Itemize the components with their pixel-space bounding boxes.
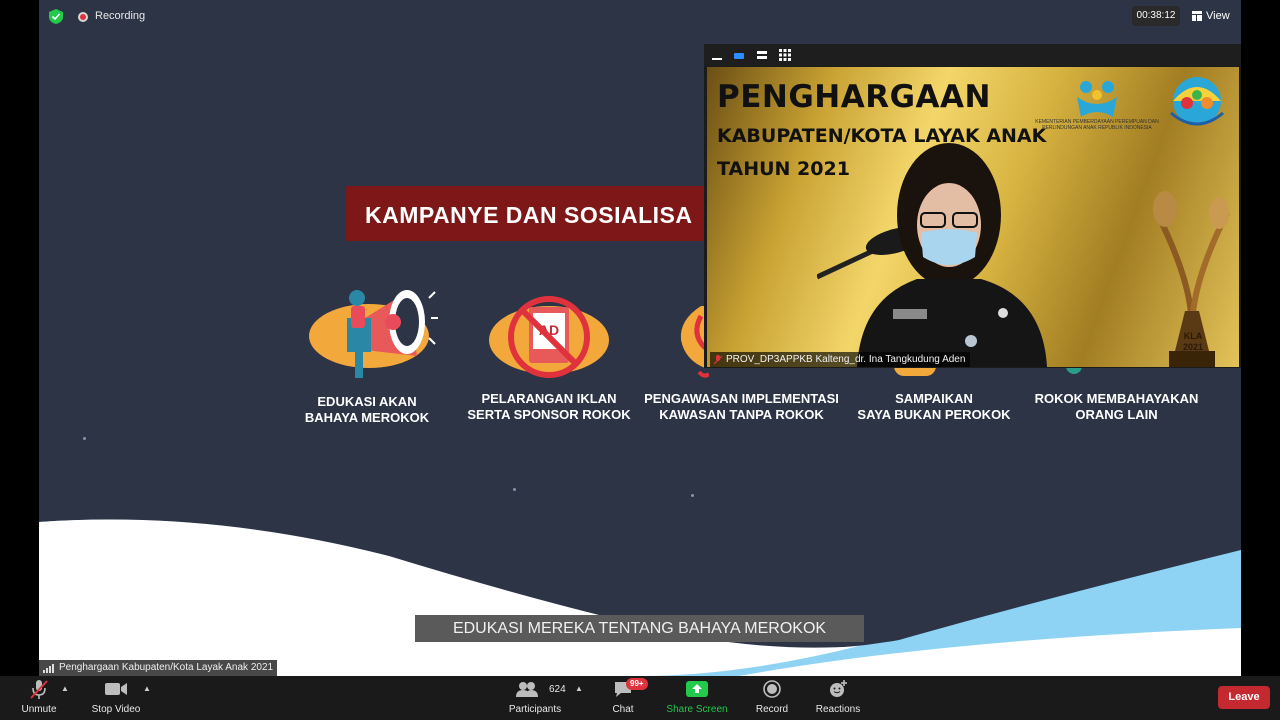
leave-button[interactable]: Leave (1218, 686, 1270, 709)
slide-caption: EDUKASI MEREKA TENTANG BAHAYA MEROKOK (415, 615, 864, 642)
minimize-icon[interactable] (711, 49, 723, 61)
strip-view-icon[interactable] (756, 49, 768, 61)
no-advertising-icon: AD (489, 296, 609, 378)
participants-icon (516, 682, 538, 697)
grid-view-icon (1192, 11, 1202, 21)
campaign-item-label: ROKOK MEMBAHAYAKAN ORANG LAIN (1034, 391, 1199, 422)
shield-icon[interactable] (49, 9, 63, 24)
microphone-muted-icon (714, 354, 722, 364)
participants-options-caret[interactable]: ▲ (575, 684, 583, 693)
speaker-view-icon[interactable] (733, 49, 745, 61)
campaign-item-label: EDUKASI AKAN BAHAYA MEROKOK (304, 394, 430, 425)
kla-logo (1170, 77, 1224, 126)
presenter-figure (817, 143, 1047, 367)
gallery-grid-icon[interactable] (779, 49, 791, 61)
chat-label: Chat (612, 704, 634, 715)
megaphone-icon (309, 290, 438, 378)
participant-video: PENGHARGAAN KABUPATEN/KOTA LAYAK ANAK TA… (707, 67, 1239, 367)
campaign-item-label: PELARANGAN IKLAN SERTA SPONSOR ROKOK (467, 391, 631, 422)
meeting-toolbar: Unmute ▲ Stop Video ▲ Participants 624 ▲… (0, 676, 1280, 720)
recording-icon (78, 12, 88, 22)
meeting-timer: 00:38:12 (1132, 6, 1180, 26)
campaign-item-label: SAMPAIKAN SAYA BUKAN PEROKOK (857, 391, 1011, 422)
video-title-line1: PENGHARGAAN (717, 79, 991, 115)
trophy-label-1: KLA (1183, 331, 1203, 341)
stop-video-label: Stop Video (91, 704, 141, 715)
slide-title: KAMPANYE DAN SOSIALISA (365, 202, 693, 228)
video-options-caret[interactable]: ▲ (143, 684, 151, 693)
signal-icon (43, 663, 54, 673)
chat-unread-badge: 99+ (626, 678, 648, 690)
unmute-label: Unmute (21, 704, 57, 715)
share-screen-button[interactable]: Share Screen (665, 676, 729, 720)
share-screen-icon (686, 681, 708, 697)
video-panel[interactable]: PENGHARGAAN KABUPATEN/KOTA LAYAK ANAK TA… (704, 44, 1241, 368)
recording-label: Recording (95, 10, 146, 22)
share-screen-label: Share Screen (666, 704, 728, 715)
audio-options-caret[interactable]: ▲ (61, 684, 69, 693)
participant-name: PROV_DP3APPKB Kalteng_dr. Ina Tangkudung… (726, 354, 966, 365)
stop-video-button[interactable]: Stop Video (86, 676, 146, 720)
participant-name-tag: PROV_DP3APPKB Kalteng_dr. Ina Tangkudung… (710, 352, 971, 367)
view-button[interactable]: View (1192, 6, 1230, 26)
view-label: View (1206, 10, 1230, 22)
reaction-icon (830, 680, 847, 697)
unmute-button[interactable]: Unmute (17, 676, 61, 720)
reactions-button[interactable]: Reactions (814, 676, 862, 720)
campaign-item-label: PENGAWASAN IMPLEMENTASI KAWASAN TANPA ROK… (644, 391, 839, 422)
record-icon (763, 680, 781, 698)
zoom-meeting-window: KAMPANYE DAN SOSIALISA EDUKASI AKAN BAHAY… (0, 0, 1280, 720)
meeting-topic: Penghargaan Kabupaten/Kota Layak Anak 20… (59, 662, 274, 673)
video-panel-toolbar (704, 44, 1241, 66)
top-bar: Recording 00:38:12 View (0, 0, 1280, 34)
trophy-label-2: 2021 (1182, 342, 1204, 352)
participants-count: 624 (549, 684, 566, 695)
ministry-logo (1077, 81, 1117, 117)
record-label: Record (755, 704, 789, 715)
reactions-label: Reactions (815, 704, 861, 715)
microphone-muted-icon (30, 680, 48, 699)
participants-label: Participants (508, 704, 562, 715)
video-camera-icon (105, 683, 127, 695)
participants-button[interactable]: Participants (505, 676, 565, 720)
slide-dot (83, 437, 86, 440)
slide-wave (39, 519, 1241, 676)
record-button[interactable]: Record (752, 676, 792, 720)
slide-title-box: KAMPANYE DAN SOSIALISA (345, 186, 765, 241)
meeting-topic-tag: Penghargaan Kabupaten/Kota Layak Anak 20… (39, 660, 278, 676)
